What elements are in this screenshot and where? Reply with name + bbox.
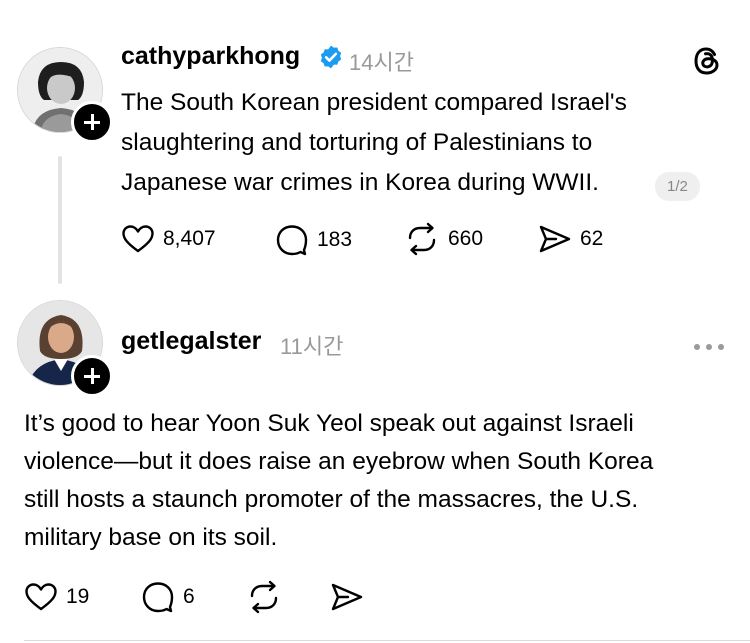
- like-count: 8,407: [163, 227, 216, 250]
- post-username[interactable]: getlegalster: [121, 327, 261, 356]
- post-text-line: It’s good to hear Yoon Suk Yeol speak ou…: [24, 410, 634, 437]
- post-text-line: Japanese war crimes in Korea during WWII…: [121, 169, 599, 196]
- post-timestamp: 14시간: [349, 50, 414, 75]
- threads-icon[interactable]: [690, 44, 724, 83]
- reply-button[interactable]: 6: [141, 581, 195, 613]
- repost-button[interactable]: 660: [404, 222, 483, 256]
- post-username[interactable]: cathyparkhong: [121, 42, 300, 71]
- reply-count: 6: [183, 585, 195, 608]
- heart-icon: [122, 225, 154, 253]
- post-text-line: still hosts a staunch promoter of the ma…: [24, 486, 639, 513]
- repost-count: 660: [448, 227, 484, 250]
- send-icon: [539, 225, 571, 253]
- repost-icon: [250, 580, 278, 614]
- post-text-line: The South Korean president compared Isra…: [121, 89, 627, 116]
- like-button[interactable]: 8,407: [121, 224, 216, 254]
- post-text: It’s good to hear Yoon Suk Yeol speak ou…: [24, 405, 734, 557]
- share-button[interactable]: [330, 582, 364, 612]
- post-text-line: military base on its soil.: [24, 524, 278, 551]
- repost-icon: [408, 222, 436, 256]
- post-text: The South Korean president compared Isra…: [121, 83, 721, 203]
- post-text-line: slaughtering and torturing of Palestinia…: [121, 129, 593, 156]
- share-count: 62: [580, 227, 604, 250]
- divider: [24, 640, 750, 641]
- follow-plus-button[interactable]: [71, 355, 113, 397]
- reply-count: 183: [317, 228, 353, 251]
- reply-button[interactable]: 183: [275, 224, 352, 256]
- more-icon[interactable]: [693, 338, 725, 356]
- like-button[interactable]: 19: [24, 582, 89, 612]
- comment-icon: [276, 225, 308, 256]
- thread-connector-line: [58, 156, 62, 284]
- share-button[interactable]: 62: [538, 224, 603, 254]
- send-icon: [331, 583, 363, 611]
- heart-icon: [25, 583, 57, 611]
- post-timestamp: 11시간: [280, 334, 344, 359]
- like-count: 19: [66, 585, 90, 608]
- post-text-line: violence—but it does raise an eyebrow wh…: [24, 448, 654, 475]
- comment-icon: [142, 582, 174, 613]
- follow-plus-button[interactable]: [71, 101, 113, 143]
- repost-button[interactable]: [246, 580, 282, 614]
- thread-page-badge: 1/2: [655, 172, 700, 201]
- verified-badge-icon: [318, 44, 344, 75]
